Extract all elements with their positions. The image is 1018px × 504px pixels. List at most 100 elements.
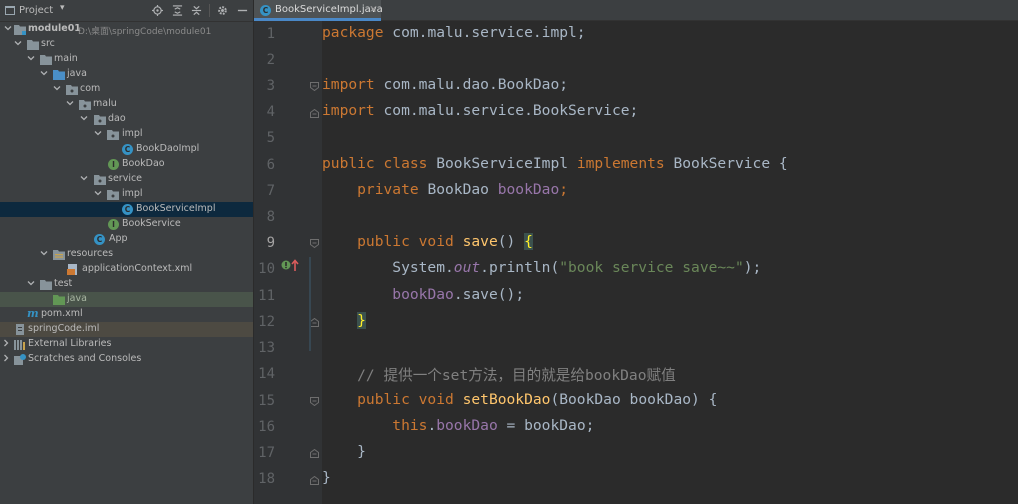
collapse-all-icon[interactable] xyxy=(189,3,204,18)
tab-label: BookServiceImpl.java xyxy=(275,4,383,15)
chevron-down-icon[interactable] xyxy=(94,129,102,139)
matched-brace: { xyxy=(524,233,533,250)
tree-item-label: BookServiceImpl xyxy=(136,203,216,214)
tree-item-dao[interactable]: dao xyxy=(0,112,253,127)
class-icon: C xyxy=(94,234,105,245)
fold-icon[interactable] xyxy=(310,476,319,485)
chevron-down-icon[interactable] xyxy=(66,99,74,109)
tree-item-bookdaoimpl[interactable]: C BookDaoImpl xyxy=(0,142,253,157)
tree-item-test[interactable]: test xyxy=(0,277,253,292)
source-folder-icon xyxy=(53,69,65,80)
expand-all-icon[interactable] xyxy=(170,3,185,18)
line-number: 6 xyxy=(266,157,275,173)
code-line-3: import com.malu.dao.BookDao; xyxy=(322,76,568,102)
implements-icon[interactable] xyxy=(281,258,301,272)
chevron-down-icon[interactable] xyxy=(14,39,22,49)
chevron-right-icon[interactable] xyxy=(2,339,10,349)
chevron-down-icon[interactable] xyxy=(40,249,48,259)
fold-icon[interactable] xyxy=(310,449,319,458)
tree-item-label: BookDaoImpl xyxy=(136,143,200,154)
class-icon: C xyxy=(122,204,133,215)
line-number: 16 xyxy=(258,419,275,435)
code-line-12: } xyxy=(322,312,366,338)
tree-item-label: Scratches and Consoles xyxy=(28,353,142,364)
parens: () xyxy=(497,233,525,250)
tree-item-external-libraries[interactable]: External Libraries xyxy=(0,337,253,352)
tree-item-dao-impl[interactable]: impl xyxy=(0,127,253,142)
tree-item-pom-xml[interactable]: m pom.xml xyxy=(0,307,253,322)
chevron-down-icon[interactable] xyxy=(80,174,88,184)
project-icon xyxy=(5,6,15,15)
tree-item-main[interactable]: main xyxy=(0,52,253,67)
import-path: com.malu.dao.BookDao; xyxy=(374,76,569,93)
code-line-14: // 提供一个set方法，目的就是给bookDao赋值 xyxy=(322,364,676,390)
tree-item-label: malu xyxy=(93,98,117,109)
code-area[interactable]: package com.malu.service.impl; import co… xyxy=(322,21,1018,504)
chevron-down-icon[interactable] xyxy=(4,24,12,34)
tab-bookserviceimpl[interactable]: C BookServiceImpl.java × xyxy=(254,0,383,21)
tree-item-src[interactable]: src xyxy=(0,37,253,52)
fold-icon[interactable] xyxy=(310,109,319,118)
line-number: 11 xyxy=(258,288,275,304)
keyword: implements xyxy=(576,155,665,172)
keyword: import xyxy=(322,102,375,119)
module-path: D:\桌面\springCode\module01 xyxy=(78,27,212,37)
tree-item-service-impl[interactable]: impl xyxy=(0,187,253,202)
tree-item-scratches[interactable]: Scratches and Consoles xyxy=(0,352,253,367)
field-name: bookDao xyxy=(436,417,498,434)
line-number: 4 xyxy=(266,104,275,120)
close-brace: } xyxy=(322,469,331,486)
tree-item-label: java xyxy=(67,293,87,304)
minimize-icon[interactable] xyxy=(235,3,250,18)
chevron-right-icon[interactable] xyxy=(2,354,10,364)
tree-item-test-java[interactable]: java xyxy=(0,292,253,307)
folder-icon xyxy=(27,39,39,50)
tree-item-label: BookService xyxy=(122,218,181,229)
fold-icon[interactable] xyxy=(310,318,319,327)
locate-icon[interactable] xyxy=(150,3,165,18)
tree-item-label: service xyxy=(108,173,143,184)
tree-item-applicationcontext-xml[interactable]: applicationContext.xml xyxy=(0,262,253,277)
chevron-down-icon[interactable] xyxy=(40,69,48,79)
tree-item-label: springCode.iml xyxy=(28,323,100,334)
close-icon[interactable]: × xyxy=(369,4,377,15)
dot: . xyxy=(427,417,437,434)
fold-icon[interactable] xyxy=(310,397,319,406)
toolbar-divider xyxy=(209,4,210,17)
fold-icon[interactable] xyxy=(310,239,319,248)
class-ref: System. xyxy=(322,259,454,276)
string-literal: "book service save~~" xyxy=(559,259,744,276)
chevron-down-icon[interactable] xyxy=(94,189,102,199)
code-line-6: public class BookServiceImpl implements … xyxy=(322,155,788,181)
package-icon xyxy=(66,84,78,95)
module-folder-icon xyxy=(14,24,26,35)
tree-item-label: pom.xml xyxy=(41,308,83,319)
settings-icon[interactable] xyxy=(215,3,230,18)
code-line-10: System.out.println("book service save~~"… xyxy=(322,259,761,285)
tree-item-bookdao[interactable]: I BookDao xyxy=(0,157,253,172)
line-number: 8 xyxy=(266,209,275,225)
chevron-down-icon[interactable] xyxy=(27,54,35,64)
chevron-down-icon[interactable] xyxy=(27,279,35,289)
tree-item-service[interactable]: service xyxy=(0,172,253,187)
tree-item-malu[interactable]: malu xyxy=(0,97,253,112)
tree-item-bookserviceimpl[interactable]: C BookServiceImpl xyxy=(0,202,253,217)
class-icon: C xyxy=(122,144,133,155)
project-title[interactable]: Project xyxy=(19,5,53,16)
package-name: com.malu.service.impl; xyxy=(383,24,586,41)
close-brace: } xyxy=(322,443,366,460)
editor-tab-bar: C BookServiceImpl.java × xyxy=(254,0,1018,21)
tree-item-springcode-iml[interactable]: springCode.iml xyxy=(0,322,253,337)
tree-item-module01[interactable]: module01 D:\桌面\springCode\module01 xyxy=(0,22,253,37)
tree-item-bookservice[interactable]: I BookService xyxy=(0,217,253,232)
tree-item-app[interactable]: C App xyxy=(0,232,253,247)
tree-item-java[interactable]: java xyxy=(0,67,253,82)
change-marker[interactable] xyxy=(309,257,311,351)
tree-item-resources[interactable]: resources xyxy=(0,247,253,262)
tree-item-com[interactable]: com xyxy=(0,82,253,97)
chevron-down-icon[interactable] xyxy=(80,114,88,124)
fold-icon[interactable] xyxy=(310,82,319,91)
chevron-down-icon[interactable]: ▾ xyxy=(60,3,65,13)
chevron-down-icon[interactable] xyxy=(53,84,61,94)
